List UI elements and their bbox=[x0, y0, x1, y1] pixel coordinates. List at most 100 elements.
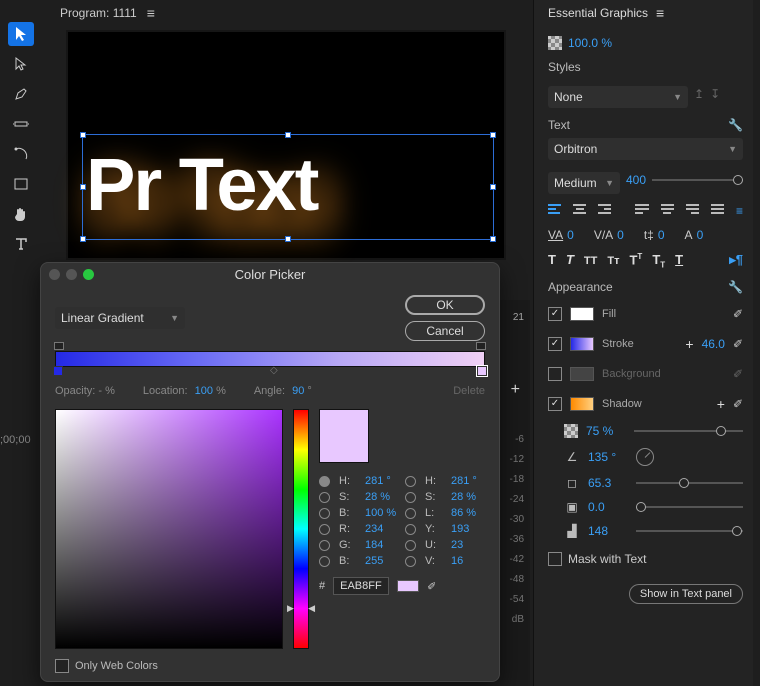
mask-checkbox[interactable] bbox=[548, 552, 562, 566]
radio-b[interactable] bbox=[319, 508, 330, 519]
justify-all-icon[interactable] bbox=[711, 204, 724, 218]
radio-y[interactable] bbox=[405, 524, 416, 535]
underline-icon[interactable]: T bbox=[675, 252, 683, 267]
radio-h[interactable] bbox=[319, 476, 330, 487]
location-value[interactable]: 100 bbox=[195, 385, 213, 397]
selection-tool[interactable] bbox=[8, 22, 34, 46]
val-u[interactable]: 23 bbox=[451, 539, 485, 551]
shadow-angle[interactable]: 135 ° bbox=[588, 450, 628, 464]
hand-tool[interactable] bbox=[8, 202, 34, 226]
stroke-checkbox[interactable] bbox=[548, 337, 562, 351]
val-h[interactable]: 281 ° bbox=[365, 475, 399, 487]
hex-input[interactable] bbox=[333, 577, 389, 595]
val-b[interactable]: 100 % bbox=[365, 507, 399, 519]
show-in-text-panel-button[interactable]: Show in Text panel bbox=[629, 584, 743, 604]
val-s[interactable]: 28 % bbox=[365, 491, 399, 503]
pen-tool[interactable] bbox=[8, 82, 34, 106]
program-monitor[interactable]: Pr Text Pr Text bbox=[66, 30, 506, 260]
ellipse-tool[interactable] bbox=[8, 142, 34, 166]
italic-icon[interactable]: T bbox=[566, 252, 574, 267]
radio-u[interactable] bbox=[405, 540, 416, 551]
wrench-icon[interactable]: 🔧 bbox=[728, 280, 743, 294]
shadow-opacity-slider[interactable] bbox=[634, 430, 743, 432]
superscript-icon[interactable]: TT bbox=[629, 252, 642, 267]
background-swatch[interactable] bbox=[570, 367, 594, 381]
add-track-icon[interactable]: + bbox=[511, 380, 520, 400]
midpoint-icon[interactable]: ◇ bbox=[270, 365, 278, 376]
stroke-swatch[interactable] bbox=[570, 337, 594, 351]
bold-icon[interactable]: T bbox=[548, 252, 556, 267]
eyedropper-icon[interactable]: ✐ bbox=[733, 337, 743, 351]
shadow-blur[interactable]: 148 bbox=[588, 524, 628, 538]
radio-s[interactable] bbox=[319, 492, 330, 503]
kerning-value[interactable]: 0 bbox=[567, 228, 574, 242]
justify-right-icon[interactable] bbox=[686, 204, 699, 218]
eyedropper-icon[interactable]: ✐ bbox=[427, 580, 436, 593]
gradient-bar[interactable]: ◇ bbox=[55, 351, 485, 367]
fill-checkbox[interactable] bbox=[548, 307, 562, 321]
panel-menu-icon[interactable]: ≡ bbox=[147, 5, 155, 21]
wrench-icon[interactable]: 🔧 bbox=[728, 118, 743, 132]
tab-icon[interactable]: ▸¶ bbox=[729, 252, 743, 268]
leading-value[interactable]: 0 bbox=[697, 228, 704, 242]
eyedropper-icon[interactable]: ✐ bbox=[733, 367, 743, 381]
val-h2[interactable]: 281 ° bbox=[451, 475, 485, 487]
align-center-icon[interactable] bbox=[573, 204, 586, 218]
justify-left-icon[interactable] bbox=[635, 204, 648, 218]
panel-menu-icon[interactable]: ≡ bbox=[656, 5, 664, 21]
gradient-type-dropdown[interactable]: Linear Gradient▼ bbox=[55, 307, 185, 329]
smallcaps-icon[interactable]: Tᴛ bbox=[607, 255, 619, 267]
rectangle-tool[interactable] bbox=[8, 172, 34, 196]
color-stop-left[interactable] bbox=[53, 366, 63, 376]
justify-center-icon[interactable] bbox=[661, 204, 674, 218]
align-left-icon[interactable] bbox=[548, 204, 561, 218]
font-size-value[interactable]: 400 bbox=[626, 173, 646, 187]
fill-swatch[interactable] bbox=[570, 307, 594, 321]
shadow-blur-slider[interactable] bbox=[636, 530, 743, 532]
radio-g[interactable] bbox=[319, 540, 330, 551]
angle-value[interactable]: 90 bbox=[292, 385, 304, 397]
radio-v[interactable] bbox=[405, 556, 416, 567]
angle-dial[interactable] bbox=[636, 448, 654, 466]
radio-b2[interactable] bbox=[319, 556, 330, 567]
tracking-value[interactable]: 0 bbox=[617, 228, 624, 242]
background-checkbox[interactable] bbox=[548, 367, 562, 381]
font-size-slider[interactable] bbox=[652, 179, 743, 181]
color-stop-right[interactable] bbox=[477, 366, 487, 376]
radio-l[interactable] bbox=[405, 508, 416, 519]
tsume-value[interactable]: 0 bbox=[658, 228, 665, 242]
val-l[interactable]: 86 % bbox=[451, 507, 485, 519]
selection-bounds[interactable] bbox=[82, 134, 494, 240]
radio-h2[interactable] bbox=[405, 476, 416, 487]
shadow-distance-slider[interactable] bbox=[636, 482, 743, 484]
shadow-size[interactable]: 0.0 bbox=[588, 500, 628, 514]
push-down-icon[interactable]: ↧ bbox=[710, 87, 720, 101]
opacity-stop-left[interactable] bbox=[54, 342, 64, 350]
color-field[interactable]: ◀ bbox=[55, 409, 283, 649]
web-colors-checkbox[interactable] bbox=[55, 659, 69, 673]
opacity-stop-right[interactable] bbox=[476, 342, 486, 350]
add-shadow-icon[interactable]: + bbox=[717, 396, 725, 412]
eyedropper-icon[interactable]: ✐ bbox=[733, 397, 743, 411]
shadow-checkbox[interactable] bbox=[548, 397, 562, 411]
shadow-size-slider[interactable] bbox=[636, 506, 743, 508]
add-stroke-icon[interactable]: + bbox=[685, 336, 693, 352]
font-weight-dropdown[interactable]: Medium▼ bbox=[548, 172, 620, 194]
val-s2[interactable]: 28 % bbox=[451, 491, 485, 503]
push-up-icon[interactable]: ↥ bbox=[694, 87, 704, 101]
val-v[interactable]: 16 bbox=[451, 555, 485, 567]
rect-horizontal-tool[interactable] bbox=[8, 112, 34, 136]
font-dropdown[interactable]: Orbitron▼ bbox=[548, 138, 743, 160]
val-y[interactable]: 193 bbox=[451, 523, 485, 535]
align-right-icon[interactable] bbox=[598, 204, 611, 218]
style-dropdown[interactable]: None▼ bbox=[548, 86, 688, 108]
radio-s2[interactable] bbox=[405, 492, 416, 503]
allcaps-icon[interactable]: TT bbox=[584, 255, 597, 267]
cancel-button[interactable]: Cancel bbox=[405, 321, 485, 341]
eyedropper-icon[interactable]: ✐ bbox=[733, 307, 743, 321]
val-b2[interactable]: 255 bbox=[365, 555, 399, 567]
direct-select-tool[interactable] bbox=[8, 52, 34, 76]
shadow-swatch[interactable] bbox=[570, 397, 594, 411]
radio-r[interactable] bbox=[319, 524, 330, 535]
val-g[interactable]: 184 bbox=[365, 539, 399, 551]
